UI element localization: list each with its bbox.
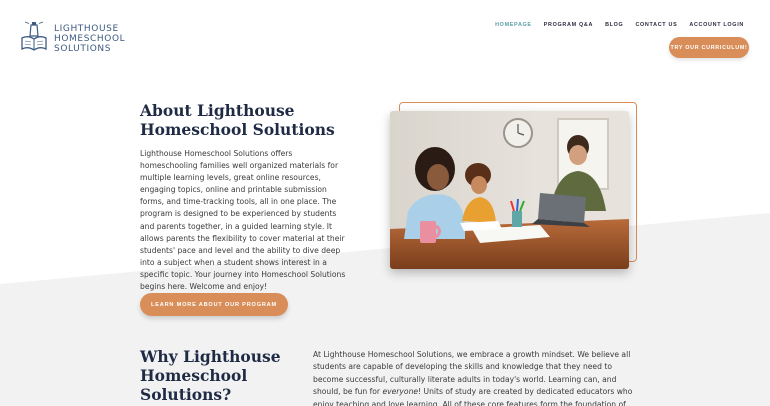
logo-line-3: SOLUTIONS xyxy=(54,43,112,54)
logo-wordmark: LIGHTHOUSE HOMESCHOOL SOLUTIONS xyxy=(54,24,125,54)
why-text-emphasis: everyone xyxy=(382,387,419,397)
about-heading: About Lighthouse Homeschool Solutions xyxy=(140,101,335,139)
why-heading: Why Lighthouse Homeschool Solutions? xyxy=(140,347,281,404)
try-curriculum-button[interactable]: TRY OUR CURRICULUM! xyxy=(669,37,749,58)
logo-line-1: LIGHTHOUSE xyxy=(54,23,119,34)
site-logo[interactable]: LIGHTHOUSE HOMESCHOOL SOLUTIONS xyxy=(20,20,125,57)
why-paragraph: At Lighthouse Homeschool Solutions, we e… xyxy=(313,349,635,406)
lighthouse-book-icon xyxy=(20,20,48,57)
logo-line-2: HOMESCHOOL xyxy=(54,33,126,44)
about-paragraph: Lighthouse Homeschool Solutions offers h… xyxy=(140,149,346,292)
nav-program-qa[interactable]: PROGRAM Q&A xyxy=(544,22,593,28)
homepage: LIGHTHOUSE HOMESCHOOL SOLUTIONS HOMEPAGE… xyxy=(0,0,770,406)
family-homeschool-photo xyxy=(390,111,629,269)
nav-account-login[interactable]: ACCOUNT LOGIN xyxy=(689,22,744,28)
learn-more-button[interactable]: LEARN MORE ABOUT OUR PROGRAM xyxy=(140,293,288,316)
nav-homepage[interactable]: HOMEPAGE xyxy=(495,22,532,28)
main-nav: HOMEPAGE PROGRAM Q&A BLOG CONTACT US ACC… xyxy=(495,22,744,28)
nav-contact-us[interactable]: CONTACT US xyxy=(635,22,677,28)
nav-blog[interactable]: BLOG xyxy=(605,22,623,28)
